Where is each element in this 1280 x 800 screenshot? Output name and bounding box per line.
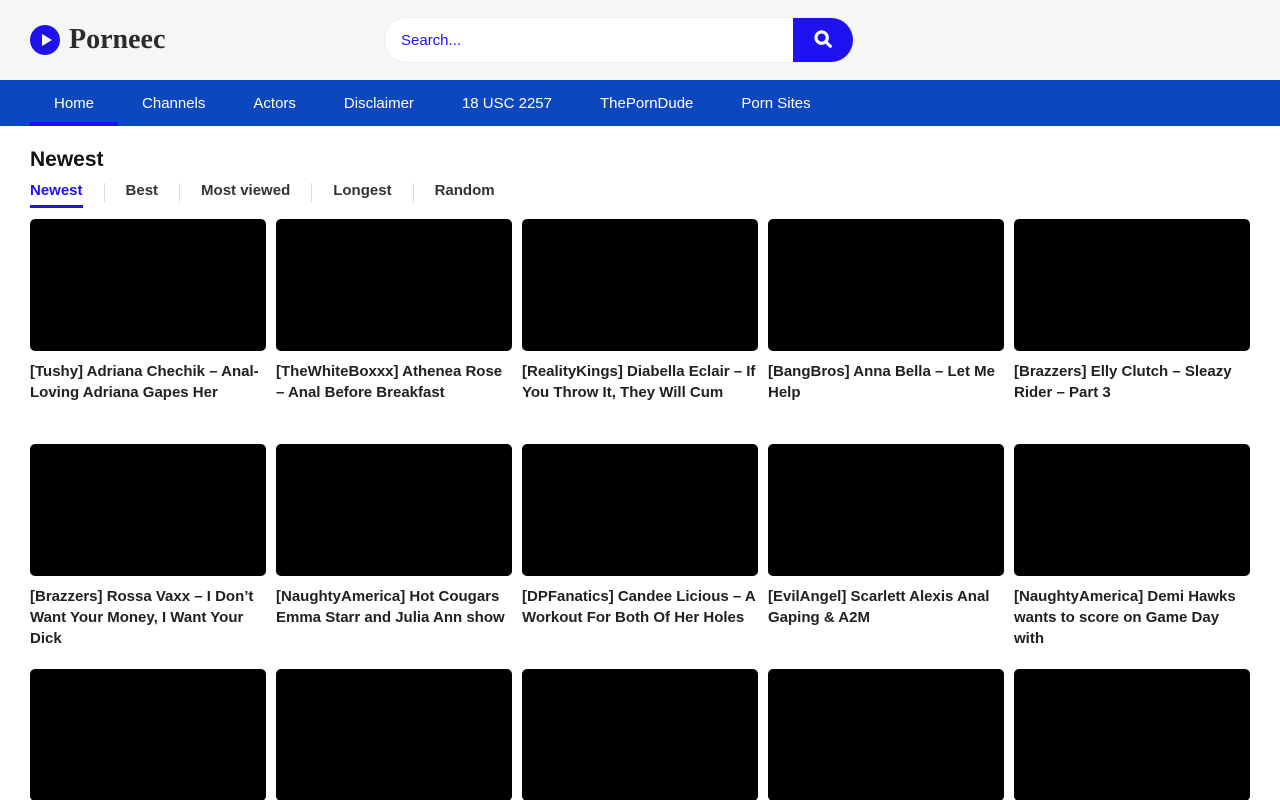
nav-item-channels[interactable]: Channels bbox=[118, 80, 229, 126]
tab-most-viewed[interactable]: Most viewed bbox=[201, 182, 290, 208]
video-thumbnail[interactable] bbox=[768, 444, 1004, 576]
search-input[interactable] bbox=[385, 18, 793, 62]
video-thumbnail[interactable] bbox=[522, 219, 758, 351]
video-title[interactable]: [TheWhiteBoxxx] Athenea Rose – Anal Befo… bbox=[276, 361, 512, 403]
video-title[interactable]: [BangBros] Anna Bella – Let Me Help bbox=[768, 361, 1004, 403]
video-thumbnail[interactable] bbox=[1014, 669, 1250, 800]
video-card[interactable] bbox=[1014, 669, 1250, 800]
video-title[interactable]: [Brazzers] Rossa Vaxx – I Don’t Want You… bbox=[30, 586, 266, 649]
main-content: Newest Newest Best Most viewed Longest R… bbox=[0, 126, 1280, 800]
video-card[interactable] bbox=[276, 669, 512, 800]
video-card[interactable]: [DPFanatics] Candee Licious – A Workout … bbox=[522, 444, 758, 669]
tab-divider bbox=[413, 183, 414, 203]
video-thumbnail[interactable] bbox=[276, 444, 512, 576]
tab-longest[interactable]: Longest bbox=[333, 182, 391, 208]
video-thumbnail[interactable] bbox=[522, 669, 758, 800]
site-logo[interactable]: Porneec bbox=[30, 0, 165, 80]
video-thumbnail[interactable] bbox=[1014, 444, 1250, 576]
page-title: Newest bbox=[30, 148, 1250, 172]
video-title[interactable]: [Tushy] Adriana Chechik – Anal-Loving Ad… bbox=[30, 361, 266, 403]
video-card[interactable]: [NaughtyAmerica] Demi Hawks wants to sco… bbox=[1014, 444, 1250, 669]
video-title[interactable]: [NaughtyAmerica] Hot Cougars Emma Starr … bbox=[276, 586, 512, 628]
video-card[interactable]: [BangBros] Anna Bella – Let Me Help bbox=[768, 219, 1004, 444]
video-card[interactable]: [RealityKings] Diabella Eclair – If You … bbox=[522, 219, 758, 444]
video-card[interactable] bbox=[30, 669, 266, 800]
tab-divider bbox=[311, 183, 312, 203]
search-icon bbox=[812, 28, 834, 53]
video-title[interactable]: [EvilAngel] Scarlett Alexis Anal Gaping … bbox=[768, 586, 1004, 628]
tab-divider bbox=[179, 183, 180, 203]
video-card[interactable]: [Brazzers] Elly Clutch – Sleazy Rider – … bbox=[1014, 219, 1250, 444]
nav-item-disclaimer[interactable]: Disclaimer bbox=[320, 80, 438, 126]
video-thumbnail[interactable] bbox=[30, 444, 266, 576]
main-nav: Home Channels Actors Disclaimer 18 USC 2… bbox=[0, 80, 1280, 126]
tab-divider bbox=[104, 183, 105, 203]
site-header: Porneec bbox=[0, 0, 1280, 80]
nav-item-home[interactable]: Home bbox=[30, 80, 118, 126]
video-title[interactable]: [Brazzers] Elly Clutch – Sleazy Rider – … bbox=[1014, 361, 1250, 403]
video-thumbnail[interactable] bbox=[276, 669, 512, 800]
video-thumbnail[interactable] bbox=[768, 669, 1004, 800]
video-thumbnail[interactable] bbox=[30, 219, 266, 351]
video-card[interactable] bbox=[768, 669, 1004, 800]
nav-item-theporndude[interactable]: ThePornDude bbox=[576, 80, 717, 126]
nav-item-porn-sites[interactable]: Porn Sites bbox=[717, 80, 834, 126]
search-bar bbox=[385, 18, 853, 62]
video-title[interactable]: [DPFanatics] Candee Licious – A Workout … bbox=[522, 586, 758, 628]
video-thumbnail[interactable] bbox=[276, 219, 512, 351]
search-button[interactable] bbox=[793, 18, 853, 62]
tab-newest[interactable]: Newest bbox=[30, 182, 83, 208]
video-thumbnail[interactable] bbox=[1014, 219, 1250, 351]
video-title[interactable]: [RealityKings] Diabella Eclair – If You … bbox=[522, 361, 758, 403]
brand-name: Porneec bbox=[69, 24, 165, 56]
video-thumbnail[interactable] bbox=[522, 444, 758, 576]
tab-best[interactable]: Best bbox=[126, 182, 159, 208]
play-icon bbox=[30, 25, 60, 55]
sort-tabs: Newest Best Most viewed Longest Random bbox=[30, 182, 1250, 208]
video-thumbnail[interactable] bbox=[768, 219, 1004, 351]
video-card[interactable] bbox=[522, 669, 758, 800]
video-title[interactable]: [NaughtyAmerica] Demi Hawks wants to sco… bbox=[1014, 586, 1250, 649]
video-thumbnail[interactable] bbox=[30, 669, 266, 800]
video-card[interactable]: [NaughtyAmerica] Hot Cougars Emma Starr … bbox=[276, 444, 512, 669]
video-card[interactable]: [TheWhiteBoxxx] Athenea Rose – Anal Befo… bbox=[276, 219, 512, 444]
nav-item-18-usc-2257[interactable]: 18 USC 2257 bbox=[438, 80, 576, 126]
video-card[interactable]: [EvilAngel] Scarlett Alexis Anal Gaping … bbox=[768, 444, 1004, 669]
tab-random[interactable]: Random bbox=[435, 182, 495, 208]
video-grid: [Tushy] Adriana Chechik – Anal-Loving Ad… bbox=[30, 219, 1250, 800]
video-card[interactable]: [Tushy] Adriana Chechik – Anal-Loving Ad… bbox=[30, 219, 266, 444]
nav-item-actors[interactable]: Actors bbox=[229, 80, 320, 126]
video-card[interactable]: [Brazzers] Rossa Vaxx – I Don’t Want You… bbox=[30, 444, 266, 669]
